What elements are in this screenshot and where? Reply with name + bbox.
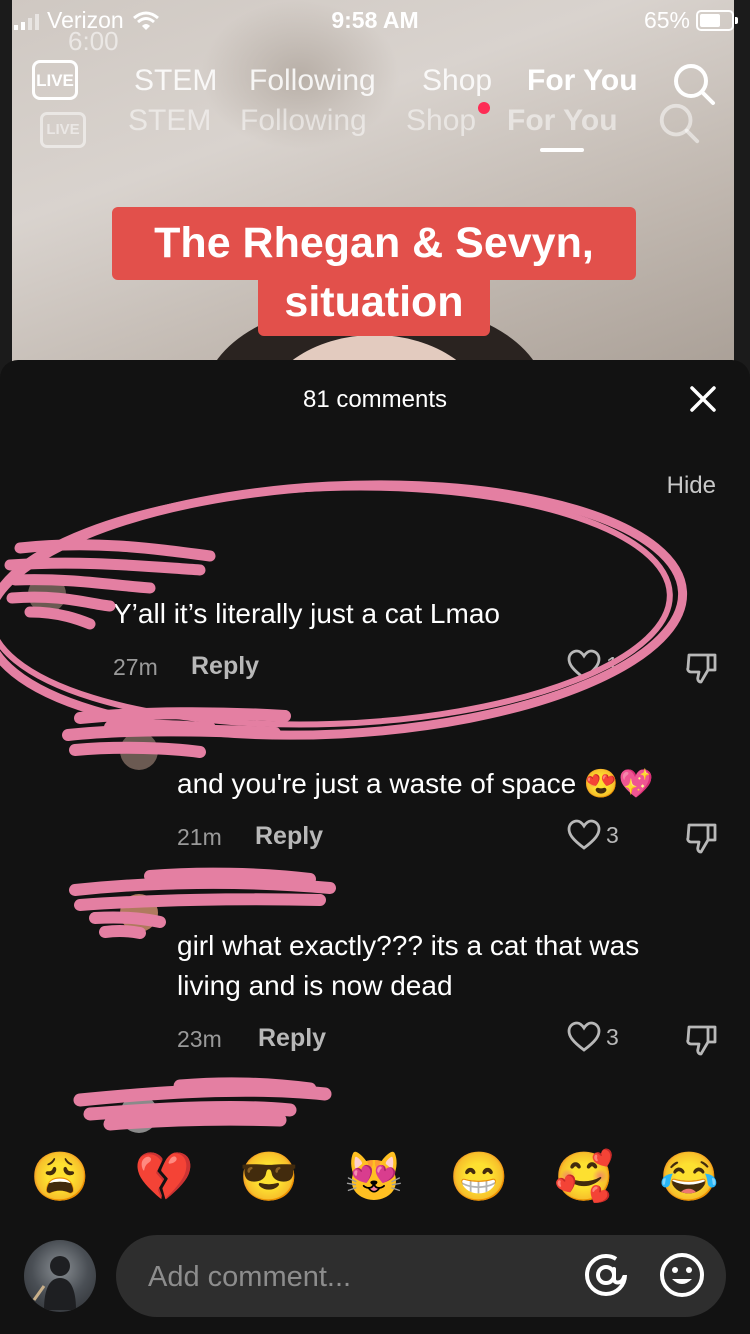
- emoji-heart-eyes-cat[interactable]: 😻: [344, 1150, 404, 1206]
- top-nav: STEM Following Shop For You: [0, 58, 750, 108]
- dislike-icon[interactable]: [684, 650, 720, 686]
- avatar[interactable]: [120, 732, 158, 770]
- emoji-weary[interactable]: 😩: [30, 1150, 90, 1206]
- comment-time: 23m: [177, 1026, 222, 1052]
- dislike-icon[interactable]: [684, 1022, 720, 1058]
- comments-count: 81 comments: [302, 386, 448, 413]
- video-caption-line1: The Rhegan & Sevyn,: [112, 207, 636, 280]
- avatar-figure-icon: [32, 1256, 76, 1310]
- comment-text: and you're just a waste of space 😍💖: [177, 768, 654, 799]
- status-time: 9:58 AM: [331, 7, 419, 33]
- ghost-tab-stem: STEM: [128, 104, 212, 137]
- comment-time: 21m: [177, 824, 222, 850]
- avatar[interactable]: [120, 894, 158, 932]
- reply-button[interactable]: Reply: [258, 1024, 326, 1053]
- video-player[interactable]: 6:00 Verizon 9:58 AM 65% LIVE LIVE STEM …: [0, 0, 750, 380]
- tab-following[interactable]: Following: [249, 64, 376, 98]
- emoji-grin[interactable]: 😁: [449, 1150, 509, 1206]
- comment-input[interactable]: [146, 1251, 570, 1303]
- emoji-sunglasses[interactable]: 😎: [239, 1150, 299, 1206]
- dislike-icon[interactable]: [684, 820, 720, 856]
- emoji-tears-of-joy[interactable]: 😂: [659, 1150, 719, 1206]
- heart-icon: [567, 819, 601, 850]
- ghost-tab-following: Following: [240, 104, 367, 137]
- video-border-right: [734, 0, 750, 380]
- like-button[interactable]: 3: [566, 819, 619, 851]
- avatar[interactable]: [120, 1095, 158, 1133]
- tab-stem[interactable]: STEM: [134, 64, 217, 98]
- ghost-tab-for-you: For You: [507, 104, 618, 137]
- ghost-search-icon: [659, 103, 700, 144]
- hide-button[interactable]: Hide: [667, 472, 716, 500]
- like-count: 1: [606, 651, 619, 678]
- comment-text-line2: living and is now dead: [177, 970, 453, 1001]
- ghost-tab-shop: Shop: [406, 104, 477, 137]
- battery: 65%: [643, 7, 738, 34]
- emoji-smiling-hearts[interactable]: 🥰: [554, 1150, 614, 1206]
- comment-text: Y’all it’s literally just a cat Lmao: [113, 598, 500, 629]
- active-tab-indicator: [540, 148, 584, 152]
- avatar[interactable]: [28, 575, 66, 613]
- emoji-broken-heart[interactable]: 💔: [134, 1150, 194, 1206]
- like-count: 3: [606, 1023, 619, 1050]
- reply-button[interactable]: Reply: [255, 822, 323, 851]
- mention-icon[interactable]: [582, 1251, 630, 1299]
- reply-button[interactable]: Reply: [191, 652, 259, 681]
- emoji-icon[interactable]: [658, 1251, 706, 1299]
- live-ghost-icon: LIVE: [40, 112, 86, 148]
- battery-percent: 65%: [643, 7, 690, 33]
- comment-text-line1: girl what exactly??? its a cat that was: [177, 930, 640, 961]
- heart-icon: [567, 1021, 601, 1052]
- comment-input-bar: [116, 1235, 726, 1317]
- shop-notification-dot: [478, 102, 490, 114]
- tab-for-you[interactable]: For You: [527, 64, 638, 98]
- battery-icon: [696, 10, 738, 31]
- like-button[interactable]: 1: [566, 649, 619, 681]
- my-avatar[interactable]: [24, 1240, 96, 1312]
- close-icon[interactable]: [686, 382, 720, 416]
- emoji-bar: 😩 💔 😎 😻 😁 🥰 😂: [0, 1150, 750, 1210]
- like-button[interactable]: 3: [566, 1021, 619, 1053]
- status-bar: Verizon 9:58 AM 65%: [0, 0, 750, 40]
- comment-time: 27m: [113, 654, 158, 680]
- tab-shop[interactable]: Shop: [422, 64, 492, 98]
- video-caption-line2: situation: [258, 280, 490, 336]
- video-border-left: [0, 0, 12, 380]
- heart-icon: [567, 649, 601, 680]
- like-count: 3: [606, 821, 619, 848]
